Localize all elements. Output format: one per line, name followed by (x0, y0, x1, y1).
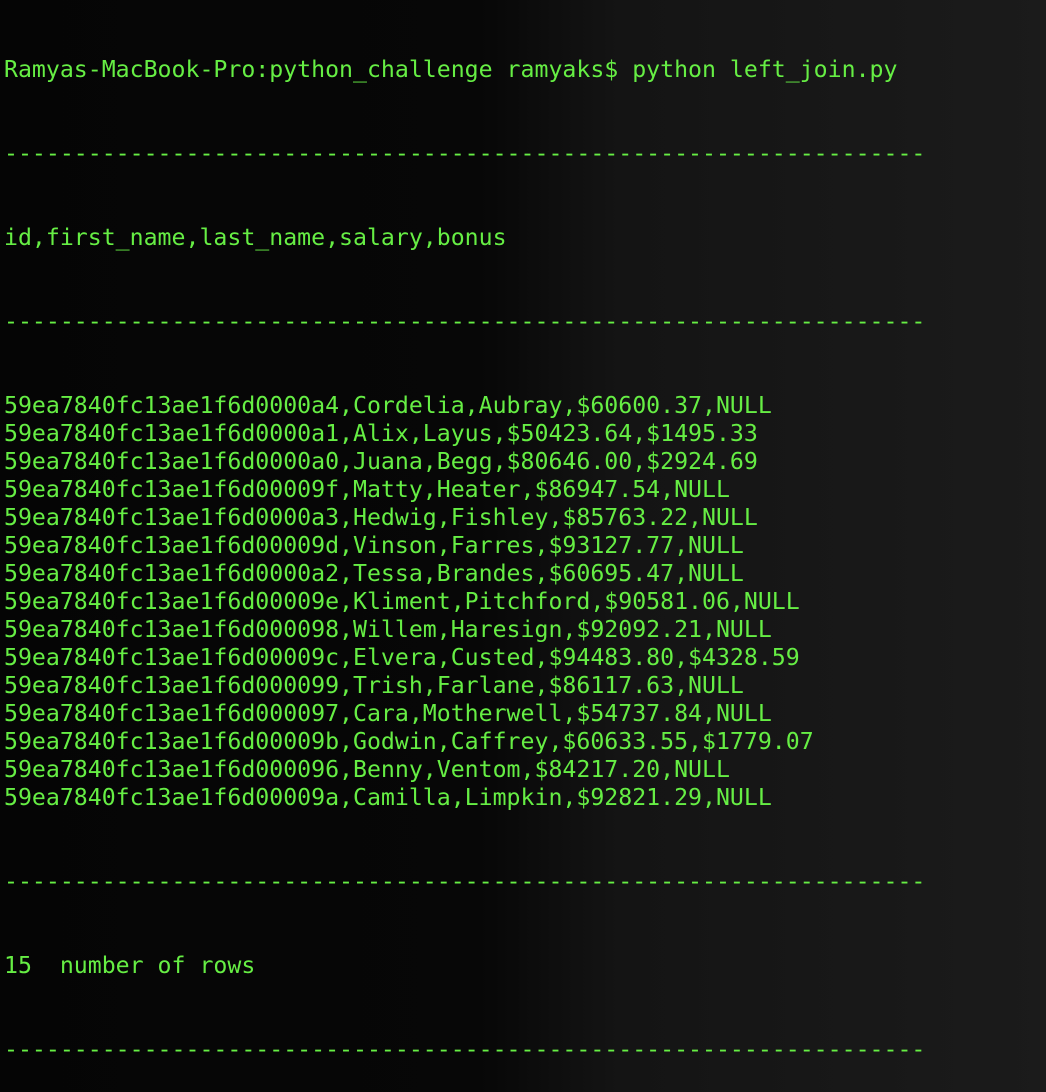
separator-line: ----------------------------------------… (4, 308, 926, 335)
result-row: 59ea7840fc13ae1f6d0000a0,Juana,Begg,$806… (4, 448, 758, 475)
result-row: 59ea7840fc13ae1f6d00009f,Matty,Heater,$8… (4, 476, 730, 503)
result-row: 59ea7840fc13ae1f6d000098,Willem,Haresign… (4, 616, 772, 643)
result-row: 59ea7840fc13ae1f6d00009a,Camilla,Limpkin… (4, 784, 772, 811)
result-row: 59ea7840fc13ae1f6d0000a2,Tessa,Brandes,$… (4, 560, 744, 587)
separator-line: ----------------------------------------… (4, 140, 926, 167)
separator-line: ----------------------------------------… (4, 1036, 926, 1063)
result-row: 59ea7840fc13ae1f6d000099,Trish,Farlane,$… (4, 672, 744, 699)
command-prompt-line: Ramyas-MacBook-Pro:python_challenge ramy… (4, 56, 898, 83)
result-row: 59ea7840fc13ae1f6d000096,Benny,Ventom,$8… (4, 756, 730, 783)
separator-line: ----------------------------------------… (4, 868, 926, 895)
row-count-summary: 15 number of rows (4, 952, 256, 979)
result-row: 59ea7840fc13ae1f6d00009b,Godwin,Caffrey,… (4, 728, 814, 755)
result-row: 59ea7840fc13ae1f6d0000a3,Hedwig,Fishley,… (4, 504, 758, 531)
terminal-output: Ramyas-MacBook-Pro:python_challenge ramy… (4, 0, 925, 1092)
result-row: 59ea7840fc13ae1f6d000097,Cara,Motherwell… (4, 700, 772, 727)
result-row: 59ea7840fc13ae1f6d00009e,Kliment,Pitchfo… (4, 588, 800, 615)
result-row: 59ea7840fc13ae1f6d00009c,Elvera,Custed,$… (4, 644, 800, 671)
result-rows: 59ea7840fc13ae1f6d0000a4,Cordelia,Aubray… (4, 392, 925, 812)
result-row: 59ea7840fc13ae1f6d0000a4,Cordelia,Aubray… (4, 392, 772, 419)
result-row: 59ea7840fc13ae1f6d00009d,Vinson,Farres,$… (4, 532, 744, 559)
result-row: 59ea7840fc13ae1f6d0000a1,Alix,Layus,$504… (4, 420, 758, 447)
csv-header-line: id,first_name,last_name,salary,bonus (4, 224, 507, 251)
